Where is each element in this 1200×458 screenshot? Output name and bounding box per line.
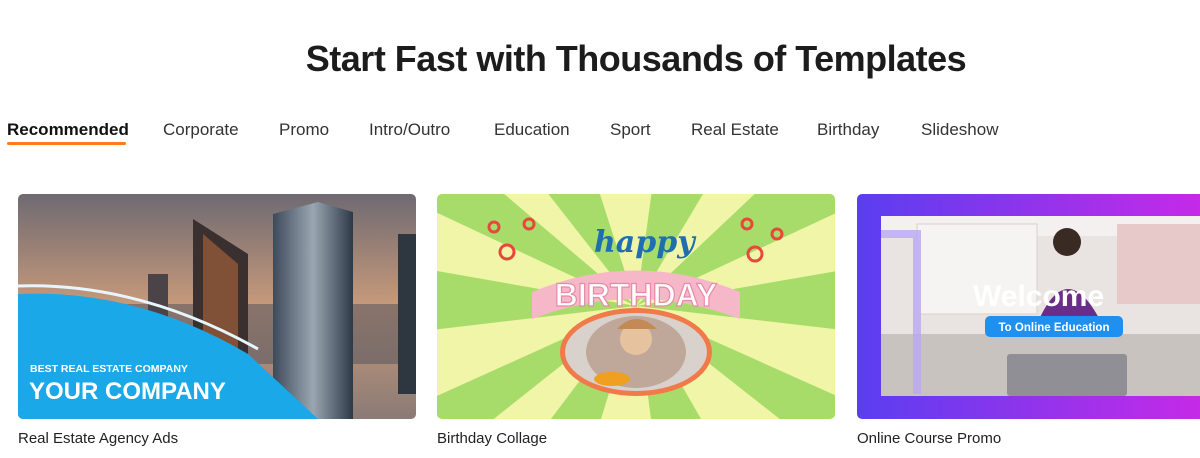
template-card-real-estate[interactable]: BEST REAL ESTATE COMPANY YOUR COMPANY	[18, 194, 416, 419]
page-title: Start Fast with Thousands of Templates	[305, 38, 967, 79]
tab-sport[interactable]: Sport	[610, 120, 651, 140]
card-caption-real-estate[interactable]: Real Estate Agency Ads	[18, 430, 178, 447]
tab-education[interactable]: Education	[494, 120, 570, 140]
tab-recommended[interactable]: Recommended	[7, 120, 129, 140]
real-estate-headline: YOUR COMPANY	[29, 378, 226, 405]
online-course-thumbnail: Welcome To Online Education	[857, 194, 1200, 419]
tab-promo[interactable]: Promo	[279, 120, 329, 140]
tab-birthday[interactable]: Birthday	[817, 120, 879, 140]
card-caption-birthday[interactable]: Birthday Collage	[437, 430, 547, 447]
birthday-banner-text: BIRTHDAY	[555, 277, 717, 313]
template-card-online-course[interactable]: Welcome To Online Education	[857, 194, 1200, 419]
real-estate-thumbnail: BEST REAL ESTATE COMPANY YOUR COMPANY	[18, 194, 416, 419]
online-course-pill: To Online Education	[999, 322, 1110, 334]
online-course-headline: Welcome	[973, 280, 1104, 313]
tab-intro-outro[interactable]: Intro/Outro	[369, 120, 450, 140]
tab-corporate[interactable]: Corporate	[163, 120, 239, 140]
template-card-birthday[interactable]: happy BIRTHDAY	[437, 194, 835, 419]
real-estate-tagline: BEST REAL ESTATE COMPANY	[30, 363, 188, 375]
birthday-thumbnail: happy BIRTHDAY	[437, 194, 835, 419]
card-caption-online-course[interactable]: Online Course Promo	[857, 430, 1001, 447]
active-tab-indicator	[7, 142, 126, 145]
tab-real-estate[interactable]: Real Estate	[691, 120, 779, 140]
birthday-script-text: happy	[594, 225, 697, 260]
tab-slideshow[interactable]: Slideshow	[921, 120, 999, 140]
